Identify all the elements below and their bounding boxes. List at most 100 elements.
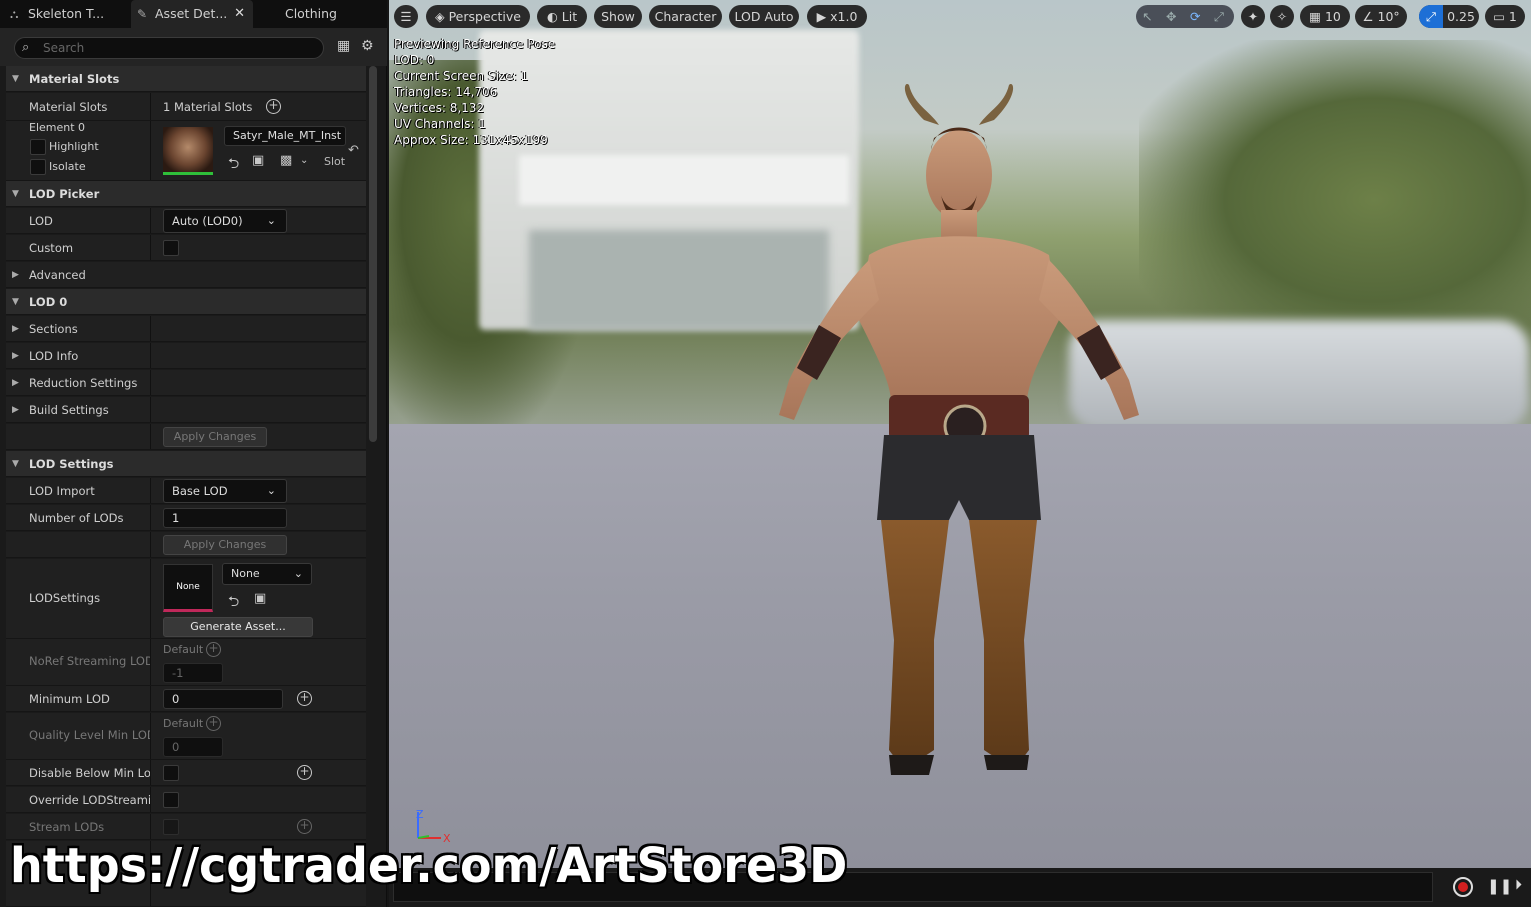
isolate-label: Isolate xyxy=(49,160,86,173)
show-button[interactable]: Show xyxy=(594,5,642,28)
column-divider xyxy=(150,93,151,120)
advanced-row[interactable]: ▶ Advanced xyxy=(6,262,366,288)
chevron-down-icon: ⌄ xyxy=(266,484,276,497)
browse-back-icon[interactable]: ⮌ xyxy=(228,591,239,615)
column-divider xyxy=(150,316,151,341)
browse-folder-icon[interactable]: ▣ xyxy=(252,153,264,168)
lodsettings-asset-dropdown[interactable]: None ⌄ xyxy=(222,563,312,585)
column-divider xyxy=(150,532,151,557)
browse-folder-icon[interactable]: ▣ xyxy=(254,591,266,606)
playback-speed-button[interactable]: ▶ x1.0 xyxy=(807,5,867,28)
generate-asset-button[interactable]: Generate Asset... xyxy=(163,617,313,637)
scale-snap-toggle[interactable]: ⤢ xyxy=(1419,5,1443,28)
highlight-checkbox[interactable] xyxy=(30,139,46,155)
scrollbar[interactable] xyxy=(369,66,377,442)
chevron-down-icon: ⌄ xyxy=(293,567,303,580)
add-override-button[interactable]: + xyxy=(297,765,312,780)
world-local-icon[interactable]: ✦ xyxy=(1241,5,1265,28)
axis-z-label: Z xyxy=(416,808,424,821)
category-lod-picker[interactable]: ▼ LOD Picker xyxy=(6,181,366,207)
expand-arrow-icon: ▶ xyxy=(12,270,19,280)
minimum-lod-row: Minimum LOD 0 + xyxy=(6,686,366,712)
lod-import-dropdown[interactable]: Base LOD ⌄ xyxy=(163,479,287,503)
add-override-button[interactable]: + xyxy=(206,716,221,731)
chevron-down-icon[interactable]: ⌄ xyxy=(300,155,308,166)
material-thumbnail[interactable] xyxy=(163,127,213,175)
search-icon: ⌕ xyxy=(22,40,30,55)
stats-line: Current Screen Size: 1 xyxy=(394,69,529,83)
scale-icon[interactable]: ⤢ xyxy=(1214,5,1224,28)
minimum-lod-input[interactable]: 0 xyxy=(163,689,283,709)
gear-icon[interactable]: ⚙ xyxy=(361,38,374,54)
add-override-button[interactable]: + xyxy=(206,642,221,657)
surface-snap-icon[interactable]: ✧ xyxy=(1270,5,1294,28)
disable-below-min-checkbox[interactable] xyxy=(163,765,179,781)
lod-settings-apply-row: Apply Changes xyxy=(6,532,366,558)
pause-icon[interactable]: ❚❚ xyxy=(1487,877,1512,895)
add-override-button[interactable]: + xyxy=(297,819,312,834)
browse-back-icon[interactable]: ⮌ xyxy=(228,153,239,177)
record-button[interactable] xyxy=(1453,877,1473,897)
cube-icon: ◈ xyxy=(435,9,449,24)
tab-clothing[interactable]: Clothing xyxy=(256,0,366,28)
hamburger-menu-icon[interactable]: ☰ xyxy=(394,5,418,28)
grid-snap-button[interactable]: ▦ 10 xyxy=(1300,5,1350,28)
perspective-button[interactable]: ◈ Perspective xyxy=(426,5,530,28)
category-lod-settings[interactable]: ▼ LOD Settings xyxy=(6,451,366,477)
override-streaming-row: Override LODStreamin... xyxy=(6,787,366,813)
category-material-slots[interactable]: ▼ Material Slots xyxy=(6,66,366,92)
viewport[interactable]: ☰ ◈ Perspective ◐ Lit Show Character LOD… xyxy=(389,0,1531,868)
column-divider xyxy=(150,343,151,368)
custom-checkbox[interactable] xyxy=(163,240,179,256)
sections-row[interactable]: ▶ Sections xyxy=(6,316,366,342)
isolate-checkbox[interactable] xyxy=(30,159,46,175)
reduction-settings-row[interactable]: ▶ Reduction Settings xyxy=(6,370,366,396)
table-view-icon[interactable]: ▦ xyxy=(337,38,350,54)
number-of-lods-input[interactable]: 1 xyxy=(163,508,287,528)
element-0-row: Element 0 Highlight Isolate Satyr_Male_M… xyxy=(6,121,366,181)
expand-arrow-icon: ▶ xyxy=(12,324,19,334)
apply-changes-button[interactable]: Apply Changes xyxy=(163,427,267,447)
close-icon[interactable]: ✕ xyxy=(234,0,245,28)
move-icon[interactable]: ✥ xyxy=(1166,5,1176,28)
material-slots-row: Material Slots 1 Material Slots + xyxy=(6,93,366,121)
satyr-character-model[interactable] xyxy=(709,80,1209,790)
lod-dropdown[interactable]: Auto (LOD0) ⌄ xyxy=(163,209,287,233)
build-settings-row[interactable]: ▶ Build Settings xyxy=(6,397,366,423)
search-input[interactable]: ⌕ Search xyxy=(14,37,324,59)
tab-skeleton-tree[interactable]: ⛬ Skeleton T... xyxy=(4,0,128,28)
override-streaming-checkbox[interactable] xyxy=(163,792,179,808)
stats-line: LOD: 0 xyxy=(394,53,435,67)
column-divider xyxy=(150,208,151,233)
checker-icon[interactable]: ▩ xyxy=(280,153,292,168)
lod-info-row[interactable]: ▶ LOD Info xyxy=(6,343,366,369)
scale-snap-value[interactable]: 0.25 xyxy=(1443,5,1479,28)
lodsettings-thumbnail[interactable]: None xyxy=(163,564,213,612)
step-forward-icon[interactable]: ⏵ xyxy=(1515,877,1522,893)
lit-button[interactable]: ◐ Lit xyxy=(537,5,587,28)
category-lod-0[interactable]: ▼ LOD 0 xyxy=(6,289,366,315)
select-icon[interactable]: ↖ xyxy=(1142,5,1152,28)
lod-row: LOD Auto (LOD0) ⌄ xyxy=(6,208,366,234)
stream-lods-checkbox[interactable] xyxy=(163,819,179,835)
apply-changes-button-2[interactable]: Apply Changes xyxy=(163,535,287,555)
angle-snap-button[interactable]: ∠ 10° xyxy=(1355,5,1407,28)
add-material-slot-button[interactable]: + xyxy=(266,99,281,114)
character-button[interactable]: Character xyxy=(649,5,722,28)
material-name-field[interactable]: Satyr_Male_MT_Inst xyxy=(224,126,346,146)
camera-icon: ▭ xyxy=(1493,9,1509,24)
reset-arrow-icon[interactable]: ↶ xyxy=(348,143,359,158)
add-override-button[interactable]: + xyxy=(297,691,312,706)
play-icon: ▶ xyxy=(816,9,831,24)
rotate-icon[interactable]: ⟳ xyxy=(1190,5,1200,28)
column-divider xyxy=(150,505,151,530)
expand-arrow-icon: ▶ xyxy=(12,378,19,388)
column-divider xyxy=(150,814,151,839)
lod0-apply-row: Apply Changes xyxy=(6,424,366,450)
column-divider xyxy=(150,639,151,685)
noref-value-input[interactable]: -1 xyxy=(163,663,223,683)
tab-asset-details[interactable]: ✎ Asset Det... ✕ xyxy=(131,0,253,28)
lod-auto-button[interactable]: LOD Auto xyxy=(729,5,799,28)
quality-value-input[interactable]: 0 xyxy=(163,737,223,757)
camera-speed-button[interactable]: ▭ 1 xyxy=(1485,5,1525,28)
